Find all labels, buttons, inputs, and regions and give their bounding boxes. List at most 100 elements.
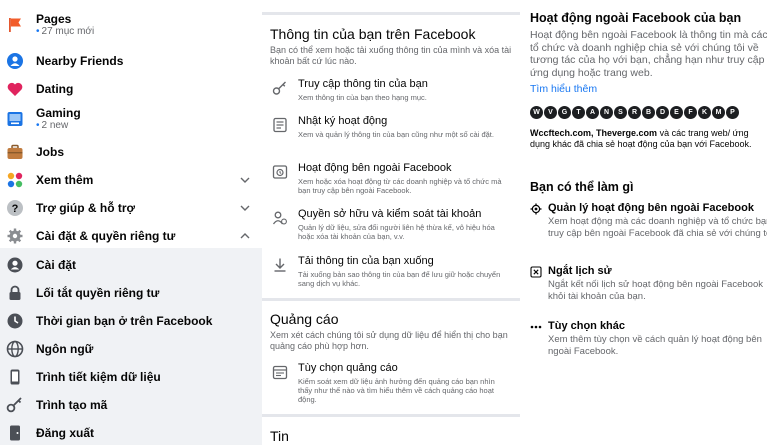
site-logo-icon: R	[628, 106, 641, 119]
account-ownership-icon	[272, 210, 288, 226]
clock-icon	[6, 312, 24, 330]
sidebar-item-dating[interactable]: Dating	[6, 80, 258, 98]
chevron-up-icon[interactable]	[238, 229, 252, 243]
action-title: Ngắt lịch sử	[548, 265, 612, 277]
option-title: Nhật ký hoạt động	[298, 115, 388, 127]
site-logo-icon: A	[586, 106, 599, 119]
site-logo-icon: S	[614, 106, 627, 119]
chevron-down-icon[interactable]	[238, 173, 252, 187]
download-icon	[272, 257, 288, 273]
action-title: Tùy chọn khác	[548, 320, 626, 332]
option-description: Tải xuống bản sao thông tin của bạn để l…	[298, 270, 501, 288]
action-description: Xem hoạt động mà các doanh nghiệp và tổ …	[548, 216, 767, 239]
globe-icon	[6, 340, 24, 358]
option-title: Tùy chọn quảng cáo	[298, 362, 398, 374]
flag-icon	[6, 16, 24, 34]
site-logo-icon: V	[544, 106, 557, 119]
option-title: Tải thông tin của bạn xuống	[298, 255, 434, 267]
sidebar-item-see-more[interactable]: Xem thêm	[6, 171, 258, 189]
sidebar-item-help[interactable]: ? Trợ giúp & hỗ trợ	[6, 199, 258, 217]
site-logo-icon: G	[558, 106, 571, 119]
action-description: Ngắt kết nối lịch sử hoạt động bên ngoài…	[548, 279, 763, 302]
manage-gear-icon	[530, 203, 542, 215]
sidebar-item-label: Dating	[36, 82, 74, 96]
site-logo-icon: K	[698, 106, 711, 119]
sidebar-item-label: Jobs	[36, 145, 65, 159]
section-title-your-information: Thông tin của bạn trên Facebook	[270, 26, 476, 42]
activity-log-icon	[272, 117, 288, 133]
briefcase-icon	[6, 143, 24, 161]
sidebar-item-label: Gaming	[36, 106, 81, 120]
section-title-ads: Quảng cáo	[270, 311, 339, 327]
site-logo-icon: E	[670, 106, 683, 119]
clear-history-icon	[530, 266, 542, 278]
learn-more-link[interactable]: Tìm hiểu thêm	[530, 83, 597, 95]
action-description: Xem thêm tùy chọn về cách quản lý hoạt đ…	[548, 334, 762, 357]
option-description: Kiểm soát xem dữ liệu ảnh hưởng đến quản…	[298, 377, 495, 404]
sidebar-item-jobs[interactable]: Jobs	[6, 143, 258, 161]
sidebar-item-nearby-friends[interactable]: Nearby Friends	[6, 52, 258, 70]
heart-icon	[6, 80, 24, 98]
submenu-item-label: Thời gian bạn ở trên Facebook	[36, 314, 213, 328]
submenu-item-language[interactable]: Ngôn ngữ	[6, 340, 258, 358]
nearby-friends-icon	[6, 52, 24, 70]
off-facebook-activity-icon	[272, 164, 288, 180]
submenu-item-label: Ngôn ngữ	[36, 342, 94, 356]
new-count-badge: • 27 mục mới	[36, 26, 95, 37]
submenu-item-label: Trình tạo mã	[36, 398, 108, 412]
option-title: Hoạt động bên ngoài Facebook	[298, 162, 452, 174]
svg-text:?: ?	[12, 203, 19, 215]
section-divider	[262, 414, 520, 417]
option-title: Truy cập thông tin của bạn	[298, 78, 428, 90]
see-more-icon	[6, 171, 24, 189]
submenu-item-label: Trình tiết kiệm dữ liệu	[36, 370, 161, 384]
sidebar-item-label: Cài đặt & quyền riêng tư	[36, 229, 176, 243]
option-title: Quyền sở hữu và kiểm soát tài khoản	[298, 208, 482, 220]
section-divider	[262, 298, 520, 301]
sidebar-item-label: Nearby Friends	[36, 54, 124, 68]
ad-preferences-icon	[272, 364, 288, 380]
section-description: Xem xét cách chúng tôi sử dụng dữ liệu đ…	[270, 330, 508, 351]
what-you-can-do-title: Bạn có thể làm gì	[530, 180, 634, 194]
sidebar: Pages • 27 mục mới Nearby Friends Dating …	[0, 0, 262, 445]
sidebar-item-label: Xem thêm	[36, 173, 94, 187]
logout-icon	[6, 424, 24, 442]
submenu-item-label: Đăng xuất	[36, 426, 95, 440]
panel-title: Hoạt động ngoài Facebook của bạn	[530, 11, 742, 25]
submenu-item-data-saver[interactable]: Trình tiết kiệm dữ liệu	[6, 368, 258, 386]
site-logo-icon: D	[656, 106, 669, 119]
submenu-item-label: Cài đặt	[36, 258, 77, 272]
option-description: Xem hoặc xóa hoạt động từ các doanh nghi…	[298, 177, 502, 195]
key-icon	[272, 80, 288, 96]
option-description: Xem thông tin của bạn theo hạng mục.	[298, 93, 427, 102]
chevron-down-icon[interactable]	[238, 201, 252, 215]
connected-sites-summary: Wccftech.com, Theverge.com và các trang …	[530, 128, 752, 149]
submenu-item-settings[interactable]: Cài đặt	[6, 256, 258, 274]
panel-description: Hoạt động bên ngoài Facebook là thông ti…	[530, 29, 767, 79]
site-logo-icon: B	[642, 106, 655, 119]
option-description: Xem và quản lý thông tin của bạn cũng nh…	[298, 130, 494, 139]
submenu-item-privacy-shortcuts[interactable]: Lối tắt quyền riêng tư	[6, 284, 258, 302]
submenu-item-code-generator[interactable]: Trình tạo mã	[6, 396, 258, 414]
submenu-item-time-on-facebook[interactable]: Thời gian bạn ở trên Facebook	[6, 312, 258, 330]
sidebar-item-pages[interactable]: Pages • 27 mục mới	[6, 12, 258, 38]
connected-site-logos: WVGTANSRBDEFKMP	[530, 106, 739, 119]
gear-icon	[6, 227, 24, 245]
action-title: Quản lý hoạt động bên ngoài Facebook	[548, 202, 754, 214]
settings-panel: Thông tin của bạn trên Facebook Bạn có t…	[262, 0, 522, 445]
submenu-item-log-out[interactable]: Đăng xuất	[6, 424, 258, 442]
gaming-icon	[6, 110, 24, 128]
sidebar-item-label: Trợ giúp & hỗ trợ	[36, 201, 136, 215]
option-description: Quản lý dữ liệu, sửa đổi người liên hệ t…	[298, 223, 495, 241]
phone-icon	[6, 368, 24, 386]
site-logo-icon: M	[712, 106, 725, 119]
sidebar-item-gaming[interactable]: Gaming • 2 new	[6, 106, 258, 132]
site-logo-icon: F	[684, 106, 697, 119]
site-logo-icon: N	[600, 106, 613, 119]
sidebar-item-label: Pages	[36, 12, 72, 26]
site-logo-icon: P	[726, 106, 739, 119]
section-divider	[262, 12, 520, 15]
submenu-item-label: Lối tắt quyền riêng tư	[36, 286, 160, 300]
sidebar-item-settings-privacy[interactable]: Cài đặt & quyền riêng tư	[6, 227, 258, 245]
site-logo-icon: T	[572, 106, 585, 119]
